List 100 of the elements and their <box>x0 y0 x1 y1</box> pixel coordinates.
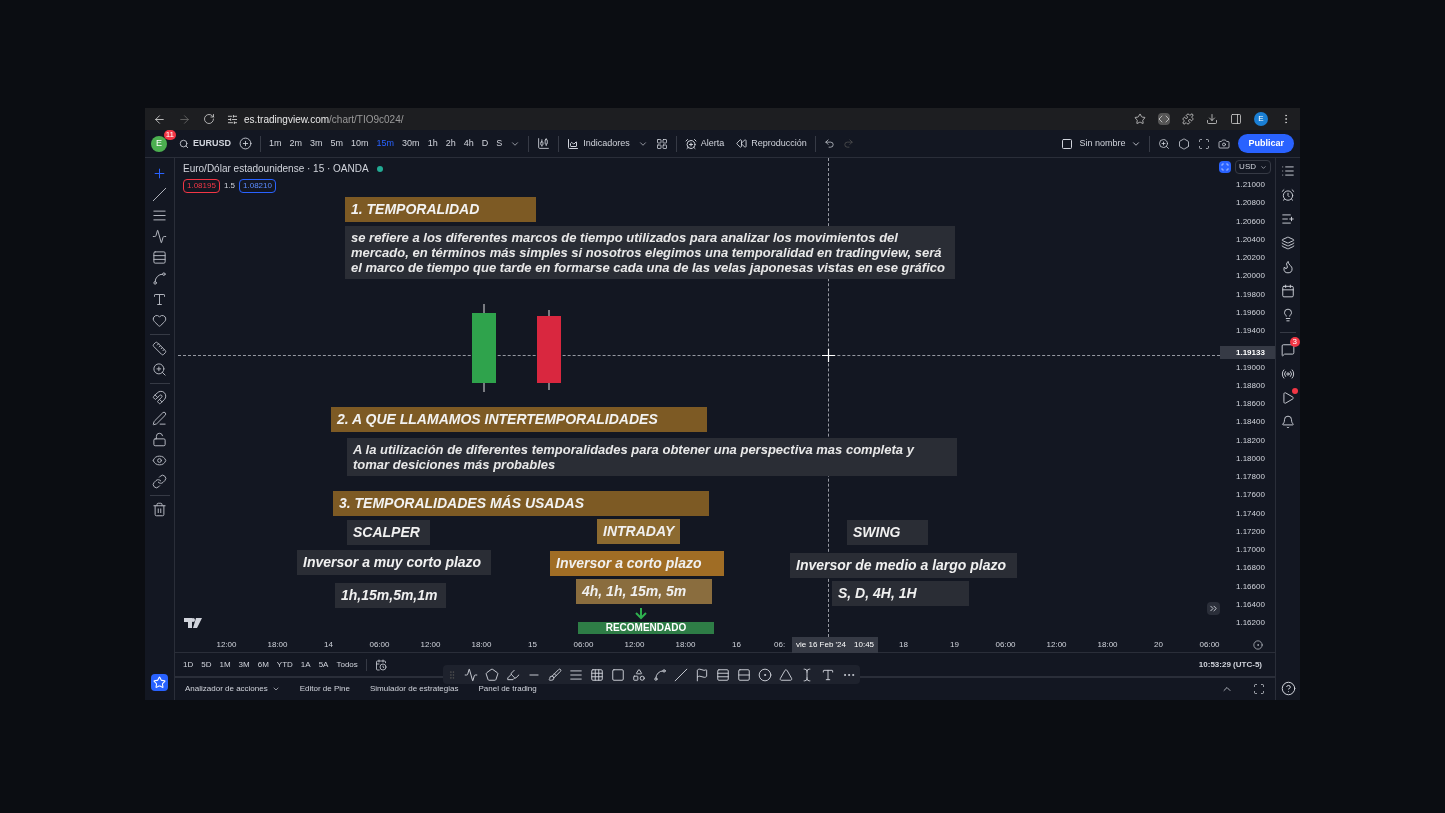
interval-tab[interactable]: 2m <box>289 136 303 151</box>
lock-icon[interactable] <box>152 432 167 447</box>
range-button[interactable]: 1M <box>219 658 231 671</box>
chat-icon[interactable] <box>1281 343 1295 357</box>
fibonacci-icon[interactable] <box>152 250 167 265</box>
polygon-icon[interactable] <box>485 667 499 682</box>
shapes-icon[interactable] <box>152 271 167 286</box>
undo-icon[interactable] <box>823 138 835 149</box>
calendar-icon[interactable] <box>1281 284 1295 298</box>
range-button[interactable]: 1A <box>300 658 311 671</box>
lines-icon[interactable] <box>569 667 583 682</box>
download-icon[interactable] <box>1206 113 1218 125</box>
grid-icon[interactable] <box>590 667 604 682</box>
extension-icon[interactable] <box>1158 113 1170 125</box>
interval-tab[interactable]: 10m <box>351 136 369 151</box>
extensions-icon[interactable] <box>1182 113 1194 125</box>
play-icon[interactable] <box>1281 391 1295 405</box>
bookmark-star-icon[interactable] <box>1134 113 1146 125</box>
interval-tab[interactable]: 30m <box>402 136 420 151</box>
grid-icon[interactable] <box>655 137 668 150</box>
layers-icon[interactable] <box>1281 236 1295 250</box>
highlighter-icon[interactable] <box>506 667 520 682</box>
help-icon[interactable] <box>1280 681 1296 696</box>
text-icon[interactable] <box>152 292 167 307</box>
favorites-button[interactable] <box>151 674 168 691</box>
brush-icon[interactable] <box>548 667 562 682</box>
eye-icon[interactable] <box>152 453 167 468</box>
pencil-icon[interactable] <box>152 411 167 426</box>
pattern-icon[interactable] <box>152 229 167 244</box>
chart-canvas[interactable] <box>178 158 1220 637</box>
interval-tab[interactable]: 5m <box>330 136 344 151</box>
range-button[interactable]: 5D <box>201 658 212 671</box>
line-icon[interactable] <box>674 667 688 682</box>
interval-tab[interactable]: 1m <box>269 136 282 151</box>
interval-tab[interactable]: 4h <box>463 136 474 151</box>
flag-icon[interactable] <box>695 667 709 682</box>
range-button[interactable]: 3M <box>238 658 250 671</box>
triangle-icon[interactable] <box>779 667 793 682</box>
reload-icon[interactable] <box>203 113 215 125</box>
interval-tab[interactable]: S <box>496 136 503 151</box>
bell-icon[interactable] <box>1281 415 1295 429</box>
camera-icon[interactable] <box>1218 137 1231 150</box>
trend-line-icon[interactable] <box>152 187 167 202</box>
profile-avatar[interactable]: E <box>1254 112 1268 126</box>
panel-tab[interactable]: Panel de trading <box>478 683 537 695</box>
list-plus-icon[interactable] <box>1281 212 1295 226</box>
rectangle-icon[interactable] <box>611 667 625 682</box>
broadcast-icon[interactable] <box>1281 367 1295 381</box>
currency-select[interactable]: USD <box>1235 160 1271 174</box>
panel-tab[interactable]: Editor de Pine <box>299 683 350 695</box>
range-icon[interactable] <box>737 667 751 682</box>
side-panel-icon[interactable] <box>1230 113 1242 125</box>
auto-scale-button[interactable] <box>1219 161 1232 173</box>
shapes-icon[interactable] <box>632 667 646 682</box>
interval-tab[interactable]: 1h <box>427 136 438 151</box>
layout-button[interactable]: Sin nombre <box>1061 136 1142 151</box>
range-button[interactable]: 6M <box>257 658 269 671</box>
lines-icon[interactable] <box>152 208 167 223</box>
symbol-search[interactable]: EURUSD <box>179 136 231 151</box>
maximize-icon[interactable] <box>1253 683 1265 695</box>
axis-settings-icon[interactable] <box>1253 639 1263 650</box>
drag-handle-icon[interactable] <box>447 669 457 680</box>
site-settings-icon[interactable] <box>227 113 238 125</box>
indicators-button[interactable]: Indicadores <box>567 136 630 151</box>
link-icon[interactable] <box>152 474 167 489</box>
curve-icon[interactable] <box>653 667 667 682</box>
interval-tab[interactable]: D <box>481 136 489 151</box>
address-bar[interactable]: es.tradingview.com/chart/TIO9c024/ <box>227 111 404 127</box>
flame-icon[interactable] <box>1281 260 1295 274</box>
candles-icon[interactable] <box>537 137 551 150</box>
interval-tab[interactable]: 15m <box>376 136 395 151</box>
replay-button[interactable]: Reproducción <box>736 136 807 151</box>
crosshair-icon[interactable] <box>152 166 167 181</box>
range-button[interactable]: Todos <box>336 658 358 671</box>
path-icon[interactable] <box>464 667 478 682</box>
scroll-right-button[interactable] <box>1207 602 1220 615</box>
channel-icon[interactable] <box>716 667 730 682</box>
publish-button[interactable]: Publicar <box>1238 133 1294 154</box>
range-button[interactable]: 5A <box>318 658 329 671</box>
settings-icon[interactable] <box>1178 137 1191 150</box>
quick-search-icon[interactable] <box>1158 137 1171 150</box>
panel-tab[interactable]: Simulador de estrategias <box>370 683 459 695</box>
calendar-icon[interactable] <box>374 658 387 671</box>
zoom-in-icon[interactable] <box>152 362 167 377</box>
watchlist-icon[interactable] <box>1281 164 1295 178</box>
lightbulb-icon[interactable] <box>1281 308 1295 322</box>
compare-icon[interactable] <box>239 137 252 150</box>
range-button[interactable]: 1D <box>183 658 194 671</box>
range-button[interactable]: YTD <box>276 658 293 671</box>
heart-icon[interactable] <box>152 313 167 328</box>
text-icon[interactable] <box>821 667 835 682</box>
alert-button[interactable]: Alerta <box>684 136 725 151</box>
magnet-icon[interactable] <box>152 390 167 405</box>
sell-price[interactable]: 1.08195 <box>183 179 220 193</box>
interval-tab[interactable]: 3m <box>310 136 323 151</box>
trash-icon[interactable] <box>152 502 167 517</box>
interval-tab[interactable]: 2h <box>445 136 456 151</box>
circle-icon[interactable] <box>758 667 772 682</box>
buy-price[interactable]: 1.08210 <box>239 179 276 193</box>
fullscreen-icon[interactable] <box>1198 137 1211 150</box>
